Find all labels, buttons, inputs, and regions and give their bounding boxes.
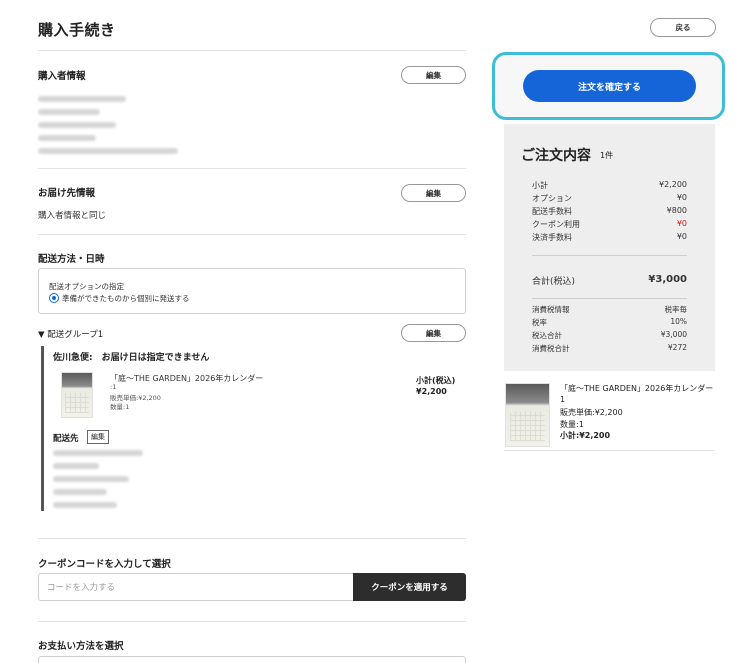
group-edit-button[interactable]: 編集 [401, 324, 466, 342]
shipping-section-title: お届け先情報 [38, 188, 96, 199]
summary-count: 1件 [600, 151, 614, 160]
destination-edit-button[interactable]: 編集 [87, 430, 109, 444]
summary-item-quantity: 数量:1 [560, 420, 584, 429]
summary-item-name-cont: 1 [560, 395, 566, 404]
buyer-edit-button[interactable]: 編集 [401, 66, 466, 84]
divider [532, 255, 687, 256]
coupon-code-input[interactable]: コードを入力する [38, 573, 353, 601]
summary-row: クーポン利用 ¥0 [532, 219, 687, 229]
summary-item-thumbnail [505, 383, 550, 447]
product-name: 「庭〜THE GARDEN」2026年カレンダー [110, 374, 264, 383]
divider [38, 50, 466, 51]
shipping-edit-button[interactable]: 編集 [401, 184, 466, 202]
divider [38, 168, 466, 169]
divider [38, 538, 466, 539]
summary-item-name: 「庭〜THE GARDEN」2026年カレンダー [560, 384, 714, 393]
destination-label: 配送先 [53, 434, 79, 444]
page-title: 購入手続き [38, 21, 116, 39]
tax-row: 税率 10% [532, 317, 687, 327]
divider [504, 450, 715, 451]
summary-total-row: 合計(税込) ¥3,000 [532, 274, 687, 287]
delivery-group-toggle[interactable]: ▼ 配送グループ1 [38, 328, 103, 340]
tax-row: 消費税情報 税率毎 [532, 305, 687, 314]
confirm-order-button[interactable]: 注文を確定する [523, 70, 696, 102]
delivery-option-label: 配送オプションの指定 [49, 282, 124, 291]
product-subtotal-value: ¥2,200 [416, 387, 447, 396]
coupon-placeholder: コードを入力する [47, 583, 116, 593]
coupon-discount-value: ¥0 [676, 219, 687, 228]
apply-coupon-button[interactable]: クーポンを適用する [353, 573, 466, 601]
tax-row: 消費税合計 ¥272 [532, 343, 687, 353]
payment-section-title: お支払い方法を選択 [38, 641, 124, 652]
product-variant: :1 [110, 383, 117, 391]
summary-item-subtotal: 小計:¥2,200 [560, 431, 611, 440]
delivery-section-title: 配送方法・日時 [38, 254, 105, 265]
product-thumbnail [61, 372, 93, 418]
divider [532, 298, 687, 299]
summary-item-unit-price: 販売単価:¥2,200 [560, 408, 623, 417]
payment-method-box[interactable] [38, 656, 466, 663]
shipping-address-value: 購入者情報と同じ [38, 211, 107, 221]
product-quantity: 数量:1 [110, 403, 130, 411]
product-subtotal-label: 小計(税込) [416, 376, 456, 385]
buyer-section-title: 購入者情報 [38, 71, 86, 82]
carrier-note: 佐川急便: お届け日は指定できません [53, 353, 210, 363]
summary-row: 小計 ¥2,200 [532, 180, 687, 190]
coupon-section-title: クーポンコードを入力して選択 [38, 559, 171, 570]
delivery-option-radio[interactable] [49, 293, 59, 303]
summary-title: ご注文内容 [521, 148, 591, 164]
back-button[interactable]: 戻る [650, 18, 716, 37]
tax-row: 税込合計 ¥3,000 [532, 330, 687, 340]
divider [38, 621, 466, 622]
group-indicator-bar [41, 346, 44, 511]
divider [38, 234, 466, 235]
summary-row: オプション ¥0 [532, 193, 687, 203]
delivery-option-value: 準備ができたものから個別に発送する [62, 294, 190, 303]
summary-row: 決済手数料 ¥0 [532, 232, 687, 242]
summary-row: 配送手数料 ¥800 [532, 206, 687, 216]
